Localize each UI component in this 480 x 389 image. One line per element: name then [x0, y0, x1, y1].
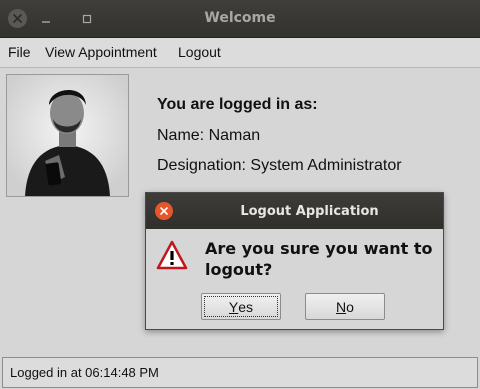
- dialog-close-button[interactable]: [155, 202, 173, 220]
- warning-icon: [156, 240, 188, 270]
- yes-button[interactable]: Yes: [201, 293, 281, 320]
- no-label-rest: o: [346, 298, 354, 315]
- status-text: Logged in at 06:14:48 PM: [10, 365, 159, 380]
- user-photo: [6, 74, 129, 197]
- status-bar: Logged in at 06:14:48 PM: [2, 357, 478, 388]
- close-icon: [160, 207, 168, 215]
- window-title: Welcome: [204, 10, 276, 26]
- no-mnemonic: N: [336, 298, 347, 315]
- user-name-label: Name: Naman: [157, 127, 261, 144]
- dialog-title: Logout Application: [240, 204, 379, 219]
- menu-file[interactable]: File: [8, 44, 31, 60]
- logout-dialog: Logout Application Are you sure you want…: [145, 192, 444, 330]
- dialog-titlebar[interactable]: Logout Application: [146, 193, 443, 229]
- user-photo-image: [7, 75, 128, 196]
- yes-label-rest: es: [238, 298, 254, 315]
- yes-mnemonic: Y: [228, 298, 239, 315]
- logged-in-heading: You are logged in as:: [157, 96, 318, 113]
- menu-view-appointment[interactable]: View Appointment: [45, 44, 157, 60]
- dialog-message: Are you sure you want to logout?: [205, 239, 433, 279]
- user-designation-label: Designation: System Administrator: [157, 157, 402, 174]
- menu-logout[interactable]: Logout: [178, 44, 221, 60]
- menu-bar: File View Appointment Logout: [0, 38, 480, 68]
- window-titlebar[interactable]: Welcome: [0, 0, 480, 38]
- no-button[interactable]: No: [305, 293, 385, 320]
